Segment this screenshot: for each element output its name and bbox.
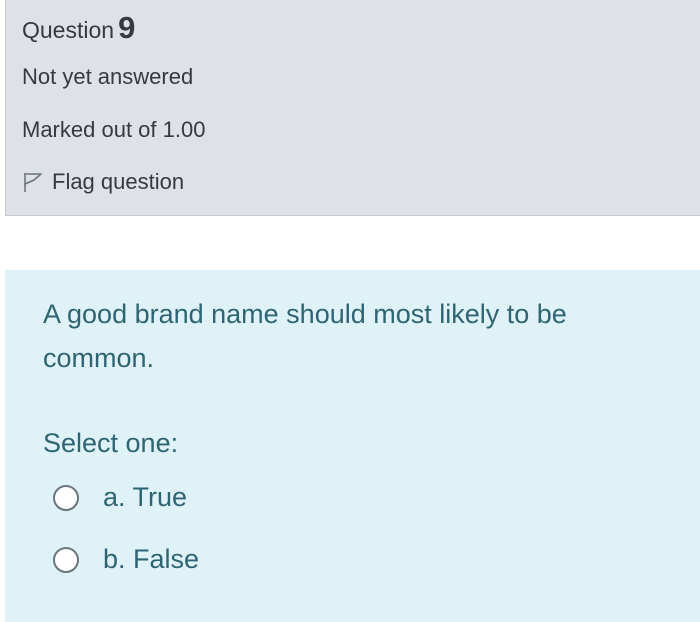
option-true-label[interactable]: a. True bbox=[103, 482, 187, 513]
question-text: A good brand name should most likely to … bbox=[43, 299, 567, 373]
question-content-panel: A good brand name should most likely to … bbox=[5, 270, 700, 622]
option-true-radio[interactable] bbox=[53, 484, 79, 511]
question-info-panel: Question 9 Not yet answered Marked out of… bbox=[5, 0, 700, 216]
question-word: Question bbox=[22, 17, 115, 43]
flag-question-label: Flag question bbox=[52, 169, 185, 194]
option-false-radio[interactable] bbox=[53, 546, 79, 573]
flag-outline-icon bbox=[22, 171, 44, 193]
flag-question-link[interactable]: Flag question bbox=[22, 169, 184, 195]
question-marks: Marked out of 1.00 bbox=[22, 117, 206, 142]
select-one-prompt: Select one: bbox=[43, 428, 179, 458]
option-false[interactable]: b. False bbox=[53, 544, 199, 575]
option-true[interactable]: a. True bbox=[53, 482, 187, 513]
question-heading: Question 9 bbox=[22, 10, 135, 46]
question-status: Not yet answered bbox=[22, 64, 194, 89]
option-false-label[interactable]: b. False bbox=[103, 544, 199, 575]
question-number: 9 bbox=[118, 10, 136, 45]
